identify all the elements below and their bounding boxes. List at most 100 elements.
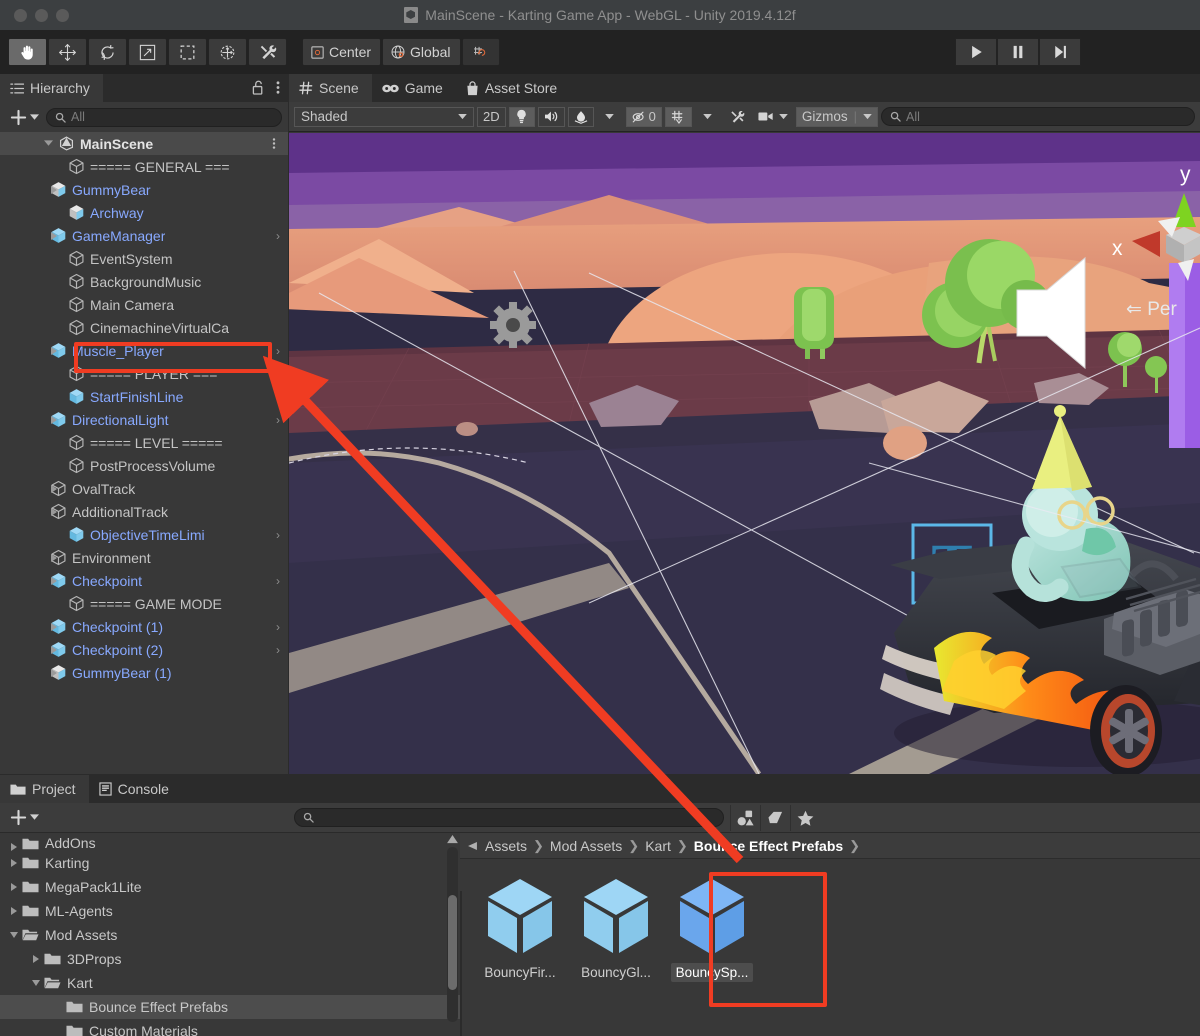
hierarchy-item-gummybear[interactable]: GummyBear (0, 178, 288, 201)
scene-grid-toggle[interactable] (664, 106, 692, 127)
hierarchy-item-main-camera[interactable]: Main Camera (0, 293, 288, 316)
favorite-star-icon[interactable] (790, 804, 820, 831)
hierarchy-item-eventsystem[interactable]: EventSystem (0, 247, 288, 270)
chevron-right-icon[interactable] (50, 554, 58, 562)
hierarchy-item-game-mode[interactable]: ===== GAME MODE (0, 592, 288, 615)
minimize-button[interactable] (35, 8, 48, 22)
prefab-open-arrow-icon[interactable]: › (276, 574, 280, 588)
hierarchy-item-environment[interactable]: Environment (0, 546, 288, 569)
chevron-right-icon[interactable] (50, 669, 58, 677)
lock-open-icon[interactable] (252, 80, 265, 95)
project-twisty[interactable] (6, 859, 22, 867)
breadcrumb-current[interactable]: Bounce Effect Prefabs (694, 838, 843, 854)
chevron-down-icon[interactable] (44, 140, 53, 147)
transform-tool[interactable] (208, 38, 247, 66)
hierarchy-item-startfinishline[interactable]: StartFinishLine › (0, 385, 288, 408)
asset-item-bouncygl[interactable]: BouncyGl... (576, 877, 656, 982)
custom-editor-tool[interactable] (248, 38, 287, 66)
project-folder-3dprops[interactable]: 3DProps (0, 947, 460, 971)
project-create-button[interactable] (6, 809, 43, 826)
scroll-up-arrow-icon[interactable] (447, 835, 458, 844)
breadcrumb-assets[interactable]: Assets (485, 838, 527, 854)
hierarchy-item-gamemanager[interactable]: GameManager › (0, 224, 288, 247)
label-tag-icon[interactable] (760, 804, 790, 831)
project-twisty[interactable] (6, 931, 22, 939)
scene-hidden-objects-toggle[interactable]: 0 (625, 106, 662, 127)
project-folder-karting[interactable]: Karting (0, 851, 460, 875)
hierarchy-item-postprocessvolume[interactable]: PostProcessVolume (0, 454, 288, 477)
project-tree-scrollbar[interactable] (447, 833, 458, 1036)
scale-tool[interactable] (128, 38, 167, 66)
gizmos-button[interactable]: Gizmos | (795, 106, 879, 127)
chevron-right-icon[interactable] (10, 859, 18, 867)
prefab-open-arrow-icon[interactable]: › (276, 643, 280, 657)
scene-grid-dropdown[interactable] (695, 107, 721, 127)
window-controls[interactable] (14, 8, 69, 22)
chevron-right-icon[interactable] (32, 955, 40, 963)
chevron-right-icon[interactable] (10, 907, 18, 915)
hierarchy-item-gummybear-1[interactable]: GummyBear (1) (0, 661, 288, 684)
project-folder-kart[interactable]: Kart (0, 971, 460, 995)
chevron-right-icon[interactable] (50, 623, 58, 631)
create-object-button[interactable] (6, 109, 43, 126)
chevron-down-icon[interactable] (32, 979, 40, 987)
asset-item-bouncyfir[interactable]: BouncyFir... (480, 877, 560, 982)
rotate-tool[interactable] (88, 38, 127, 66)
chevron-right-icon[interactable] (50, 347, 58, 355)
asset-filter-icon[interactable] (730, 804, 760, 831)
project-twisty[interactable] (6, 843, 22, 851)
scene-fx-toggle[interactable] (567, 106, 594, 127)
maximize-button[interactable] (56, 8, 69, 22)
play-button[interactable] (955, 38, 997, 66)
prefab-open-arrow-icon[interactable]: › (276, 413, 280, 427)
chevron-right-icon[interactable] (50, 416, 58, 424)
project-folder-bounce-effect-prefabs[interactable]: Bounce Effect Prefabs (0, 995, 460, 1019)
scene-lighting-toggle[interactable] (508, 106, 535, 127)
chevron-right-icon[interactable] (50, 508, 58, 516)
prefab-open-arrow-icon[interactable]: › (276, 344, 280, 358)
chevron-right-icon[interactable] (10, 883, 18, 891)
project-folder-addons[interactable]: AddOns (0, 833, 460, 851)
scene-camera-settings[interactable] (753, 107, 793, 127)
step-button[interactable] (1039, 38, 1081, 66)
project-search-input[interactable] (294, 808, 724, 827)
breadcrumb-back-icon[interactable] (468, 841, 477, 850)
asset-item-bouncysp[interactable]: BouncySp... (670, 877, 754, 982)
hierarchy-item-muscle-player[interactable]: Muscle_Player › (0, 339, 288, 362)
prefab-open-arrow-icon[interactable]: › (276, 528, 280, 542)
hierarchy-search-input[interactable]: All (46, 107, 282, 127)
kebab-menu-icon[interactable] (276, 80, 280, 95)
project-folder-megapack1lite[interactable]: MegaPack1Lite (0, 875, 460, 899)
project-twisty[interactable] (6, 883, 22, 891)
prefab-open-arrow-icon[interactable]: › (276, 390, 280, 404)
hand-tool[interactable] (8, 38, 47, 66)
prefab-open-arrow-icon[interactable]: › (276, 620, 280, 634)
hierarchy-item-checkpoint[interactable]: Checkpoint › (0, 569, 288, 592)
move-tool[interactable] (48, 38, 87, 66)
hierarchy-item-additionaltrack[interactable]: AdditionalTrack (0, 500, 288, 523)
tab-asset-store[interactable]: Asset Store (456, 74, 570, 102)
close-button[interactable] (14, 8, 27, 22)
kebab-menu-icon[interactable] (272, 137, 276, 150)
tab-hierarchy[interactable]: Hierarchy (0, 74, 103, 102)
hierarchy-item-cinemachinevirtualca[interactable]: CinemachineVirtualCa (0, 316, 288, 339)
panel-divider[interactable] (460, 891, 462, 1036)
chevron-right-icon[interactable] (50, 485, 58, 493)
tab-game[interactable]: Game (372, 74, 456, 102)
chevron-right-icon[interactable] (50, 232, 58, 240)
prefab-open-arrow-icon[interactable]: › (276, 229, 280, 243)
project-twisty[interactable] (28, 979, 44, 987)
hierarchy-item-player[interactable]: ===== PLAYER === (0, 362, 288, 385)
scene-viewport[interactable]: T (289, 133, 1200, 774)
project-twisty[interactable] (6, 907, 22, 915)
chevron-right-icon[interactable] (50, 186, 58, 194)
tab-console[interactable]: Console (89, 775, 182, 803)
scene-fx-dropdown[interactable] (597, 107, 623, 127)
hierarchy-item-backgroundmusic[interactable]: BackgroundMusic (0, 270, 288, 293)
breadcrumb-kart[interactable]: Kart (645, 838, 671, 854)
tab-project[interactable]: Project (0, 775, 89, 803)
project-folder-ml-agents[interactable]: ML-Agents (0, 899, 460, 923)
scene-search-input[interactable]: All (881, 107, 1195, 126)
scrollbar-thumb[interactable] (448, 895, 457, 990)
grid-snap-icon[interactable] (461, 38, 500, 66)
